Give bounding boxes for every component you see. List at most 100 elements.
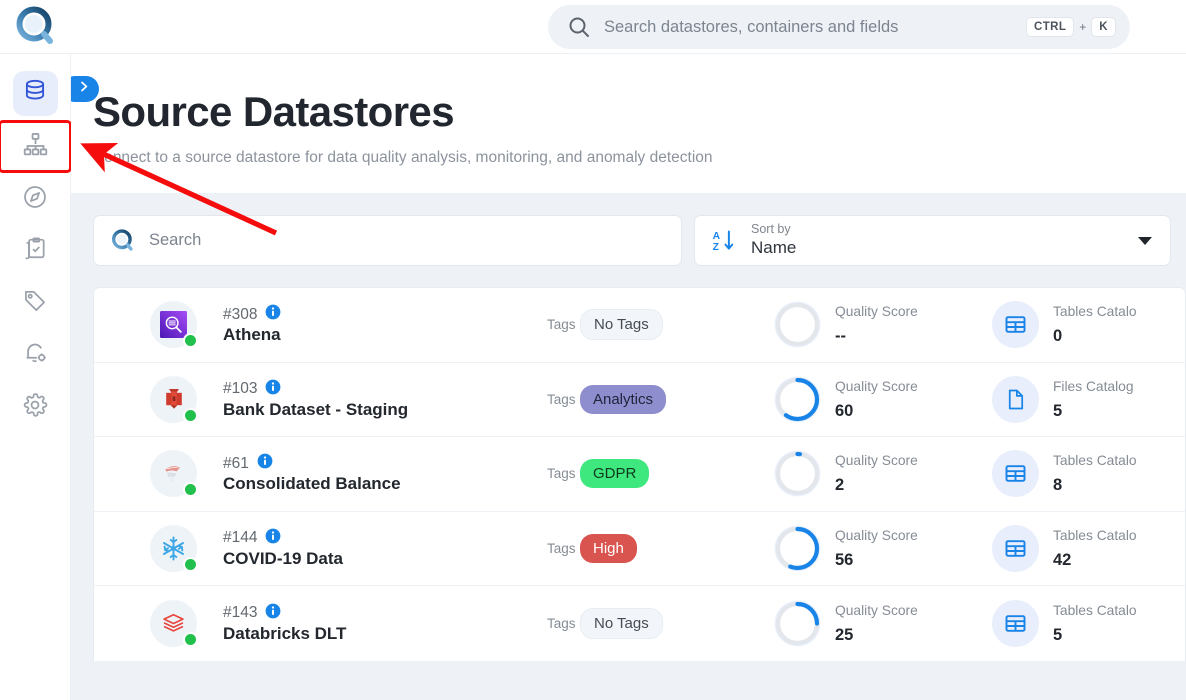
- table-row[interactable]: #103 Bank Dataset - Staging Tags Analyti…: [94, 363, 1185, 438]
- search-icon: [566, 14, 592, 40]
- tags-label: Tags: [547, 615, 576, 631]
- chevron-right-icon: [79, 80, 90, 98]
- search-icon: [110, 228, 136, 254]
- sidebar: [0, 54, 72, 700]
- table-icon: [992, 450, 1039, 498]
- datastore-tags: Tags No Tags: [547, 607, 774, 639]
- info-icon[interactable]: [265, 379, 281, 400]
- tags-label: Tags: [547, 466, 576, 482]
- sort-alpha-down-icon: A Z: [711, 228, 737, 254]
- quality-score-value: 60: [835, 401, 854, 420]
- tag-icon: [22, 288, 48, 319]
- datastore-avatar: [150, 301, 198, 349]
- quality-score-ring: [774, 450, 821, 497]
- datastore-name: Bank Dataset - Staging: [223, 399, 409, 419]
- sidebar-item-datastores[interactable]: [12, 71, 58, 116]
- status-badge: [183, 631, 198, 647]
- tags-label: Tags: [547, 391, 576, 407]
- sidebar-expand-button[interactable]: [71, 76, 99, 102]
- clipboard-check-icon: [22, 236, 48, 267]
- catalog-label: Tables Catalo: [1053, 453, 1137, 469]
- table-icon: [992, 301, 1039, 349]
- datastore-id: #143: [223, 604, 258, 622]
- quality-score-texts: Quality Score --: [835, 303, 918, 346]
- quality-score-ring: [774, 525, 821, 572]
- table-row[interactable]: #61 Consolidated Balance Tags GDPR Quali…: [94, 437, 1185, 512]
- filters-row: Search A Z Sort by Name: [93, 215, 1186, 267]
- sort-by-label: Sort by: [751, 221, 791, 236]
- catalog-texts: Tables Catalo 42: [1053, 527, 1137, 570]
- info-icon[interactable]: [265, 304, 281, 325]
- tag-pill[interactable]: High: [579, 533, 637, 563]
- search-shortcut: CTRL + K: [1026, 17, 1116, 37]
- shortcut-ctrl: CTRL: [1026, 17, 1075, 37]
- sidebar-item-notifications[interactable]: [13, 333, 58, 378]
- datastore-tags: Tags No Tags: [547, 309, 774, 341]
- search-input[interactable]: Search: [93, 215, 682, 267]
- datastore-tags: Tags High: [547, 533, 774, 563]
- page-header: Source Datastores Connect to a source da…: [71, 54, 1186, 194]
- datastore-avatar: [150, 524, 198, 572]
- sitemap-icon: [22, 131, 49, 163]
- content-area: Search A Z Sort by Name #308 Athena Tags…: [71, 193, 1186, 661]
- datastore-tags: Tags GDPR: [547, 459, 774, 489]
- sort-by-texts: Sort by Name: [751, 222, 1138, 260]
- tag-pill[interactable]: Analytics: [579, 384, 667, 414]
- catalog-label: Tables Catalo: [1053, 304, 1137, 320]
- tag-pill[interactable]: No Tags: [579, 309, 663, 341]
- catalog-cell: Tables Catalo 0: [992, 301, 1185, 349]
- sort-by-value: Name: [751, 238, 797, 258]
- datastore-id-line: #103: [223, 379, 547, 400]
- info-icon[interactable]: [265, 528, 281, 549]
- info-icon[interactable]: [257, 453, 273, 474]
- tag-pill[interactable]: No Tags: [579, 607, 663, 639]
- table-row[interactable]: #143 Databricks DLT Tags No Tags Quality…: [94, 586, 1185, 661]
- sidebar-item-tasks[interactable]: [13, 229, 58, 274]
- datastore-identity: #144 COVID-19 Data: [223, 528, 547, 569]
- datastore-tags: Tags Analytics: [547, 384, 774, 414]
- table-icon: [992, 524, 1039, 572]
- quality-score-label: Quality Score: [835, 378, 918, 394]
- quality-score-ring: [774, 301, 821, 348]
- datastore-avatar: [150, 599, 198, 647]
- quality-score-texts: Quality Score 56: [835, 527, 918, 570]
- sort-by-dropdown[interactable]: A Z Sort by Name: [694, 215, 1171, 267]
- catalog-texts: Tables Catalo 5: [1053, 602, 1137, 645]
- quality-score-cell: Quality Score 60: [774, 376, 992, 423]
- catalog-value: 42: [1053, 550, 1072, 569]
- sidebar-item-hierarchy[interactable]: [0, 120, 72, 173]
- gear-icon: [22, 392, 48, 423]
- quality-score-cell: Quality Score --: [774, 301, 992, 348]
- quality-score-label: Quality Score: [835, 304, 918, 320]
- catalog-cell: Tables Catalo 5: [992, 599, 1185, 647]
- tag-pill[interactable]: GDPR: [579, 459, 650, 489]
- info-icon[interactable]: [265, 603, 281, 624]
- quality-score-texts: Quality Score 25: [835, 602, 918, 645]
- datastore-id: #103: [223, 380, 258, 398]
- quality-score-ring: [774, 376, 821, 423]
- status-badge: [183, 407, 198, 423]
- catalog-texts: Tables Catalo 0: [1053, 303, 1137, 346]
- datastore-list: #308 Athena Tags No Tags Quality Score -…: [93, 287, 1186, 661]
- sidebar-item-settings[interactable]: [13, 385, 58, 430]
- catalog-value: 0: [1053, 327, 1063, 346]
- catalog-label: Files Catalog: [1053, 378, 1134, 394]
- database-icon: [22, 78, 48, 109]
- quality-score-texts: Quality Score 60: [835, 378, 918, 421]
- svg-text:A: A: [713, 230, 721, 241]
- top-bar: Search datastores, containers and fields…: [0, 0, 1186, 54]
- global-search-input[interactable]: Search datastores, containers and fields…: [548, 5, 1130, 49]
- bell-settings-icon: [22, 340, 48, 371]
- table-icon: [992, 599, 1039, 647]
- quality-lens-logo[interactable]: [10, 3, 62, 51]
- sidebar-item-explore[interactable]: [13, 177, 58, 222]
- shortcut-plus: +: [1079, 20, 1087, 34]
- tags-label: Tags: [547, 540, 576, 556]
- table-row[interactable]: #144 COVID-19 Data Tags High Quality Sco…: [94, 512, 1185, 587]
- quality-score-value: 25: [835, 625, 854, 644]
- table-row[interactable]: #308 Athena Tags No Tags Quality Score -…: [94, 288, 1185, 363]
- catalog-cell: Files Catalog 5: [992, 375, 1185, 423]
- sidebar-item-tags[interactable]: [13, 281, 58, 326]
- datastore-identity: #308 Athena: [223, 304, 547, 345]
- chevron-down-icon[interactable]: [1138, 236, 1152, 245]
